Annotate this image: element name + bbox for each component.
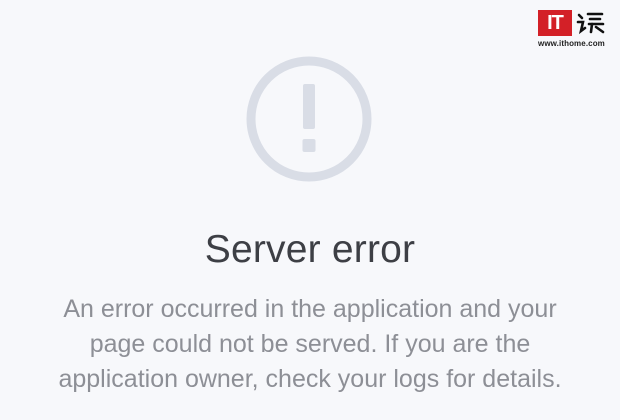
ithome-logo-glyph-icon (576, 12, 605, 35)
error-message: An error occurred in the application and… (20, 292, 600, 397)
ithome-watermark: IT www.ithome.com (538, 10, 608, 52)
ithome-url: www.ithome.com (538, 39, 605, 48)
ithome-logo: IT (538, 10, 608, 36)
error-message-line: page could not be served. If you are the (89, 330, 531, 358)
error-title: Server error (204, 228, 416, 271)
exclamation-circle-icon (246, 56, 372, 182)
error-message-line: An error occurred in the application and… (63, 295, 557, 323)
error-message-line: application owner, check your logs for d… (58, 365, 562, 393)
ithome-logo-it: IT (538, 10, 572, 36)
error-alert-icon (245, 55, 373, 183)
